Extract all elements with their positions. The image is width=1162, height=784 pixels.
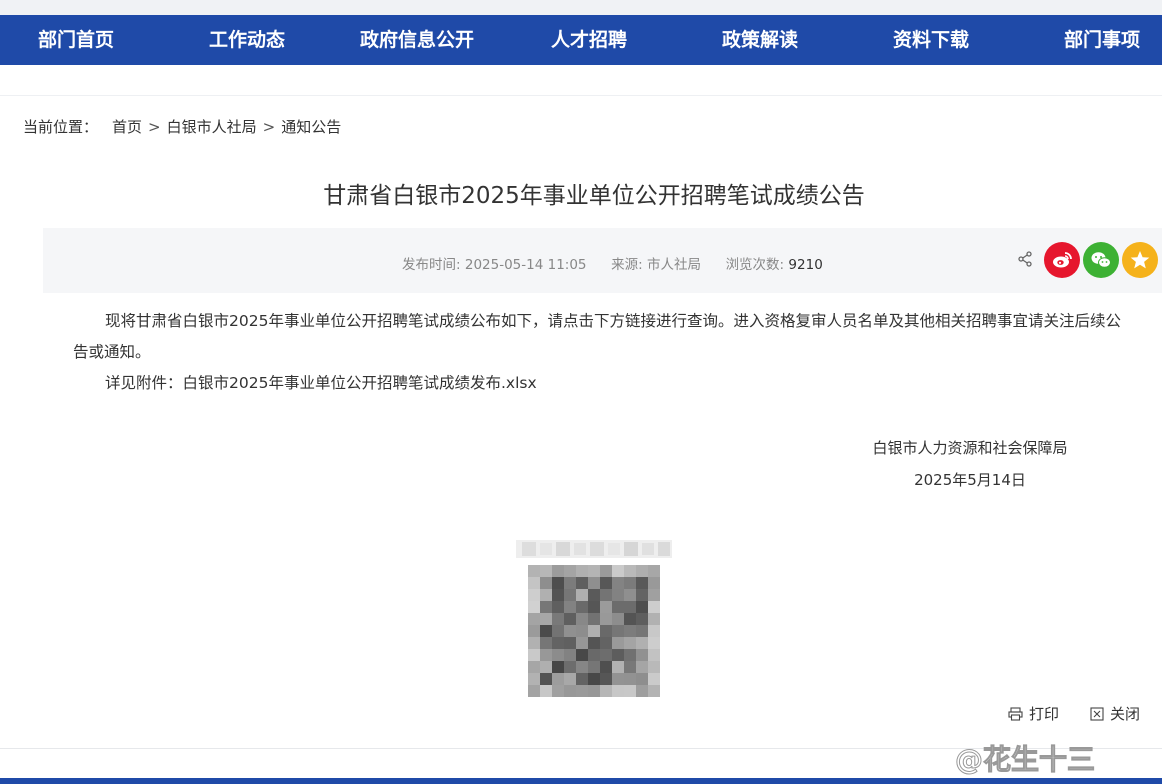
source: 市人社局 — [646, 257, 701, 273]
nav-item-downloads[interactable]: 资料下载 — [893, 15, 969, 65]
nav-item-dept-affairs[interactable]: 部门事项 — [1064, 15, 1140, 65]
nav-item-home[interactable]: 部门首页 — [38, 15, 114, 65]
footer-bar — [0, 778, 1162, 784]
nav-item-policy[interactable]: 政策解读 — [722, 15, 798, 65]
star-icon[interactable] — [1122, 242, 1158, 278]
page-title: 甘肃省白银市2025年事业单位公开招聘笔试成绩公告 — [323, 183, 865, 209]
close-icon — [1090, 706, 1104, 721]
breadcrumb-label: 当前位置： — [23, 118, 99, 136]
breadcrumb-bureau[interactable]: 白银市人社局 — [167, 116, 257, 137]
article-paragraph: 现将甘肃省白银市2025年事业单位公开招聘笔试成绩公布如下，请点击下方链接进行查… — [73, 312, 1121, 361]
article-meta-bar: 发布时间: 2025-05-14 11:05 来源: 市人社局 浏览次数: 92… — [43, 228, 1162, 293]
weibo-icon[interactable] — [1044, 242, 1080, 278]
header-divider — [0, 95, 1162, 96]
views-label: 浏览次数: — [725, 257, 785, 273]
qr-caption-blurred — [516, 540, 672, 558]
wechat-icon[interactable] — [1083, 242, 1119, 278]
attachment-link[interactable]: 白银市2025年事业单位公开招聘笔试成绩发布.xlsx — [183, 374, 537, 392]
main-nav: 部门首页 工作动态 政府信息公开 人才招聘 政策解读 资料下载 部门事项 — [0, 15, 1162, 65]
nav-item-gov-info[interactable]: 政府信息公开 — [360, 15, 474, 65]
publish-time: 2025-05-14 11:05 — [464, 257, 587, 273]
breadcrumb-notices[interactable]: 通知公告 — [281, 116, 341, 137]
publish-time-label: 发布时间: — [402, 257, 461, 273]
breadcrumb-home[interactable]: 首页 — [112, 116, 142, 137]
views-count: 9210 — [788, 257, 823, 273]
article-body: 现将甘肃省白银市2025年事业单位公开招聘笔试成绩公布如下，请点击下方链接进行查… — [73, 306, 1123, 399]
signature-org: 白银市人力资源和社会保障局 — [872, 439, 1068, 457]
print-icon — [1008, 706, 1023, 721]
close-label: 关闭 — [1110, 705, 1141, 723]
close-button[interactable]: 关闭 — [1090, 703, 1140, 724]
source-label: 来源: — [611, 257, 643, 273]
nav-item-work-news[interactable]: 工作动态 — [209, 15, 285, 65]
watermark-text: @花生十三 — [954, 743, 1096, 777]
attachment-label: 详见附件： — [105, 374, 183, 392]
breadcrumb: 当前位置： 首页 > 白银市人社局 > 通知公告 — [23, 116, 341, 137]
attachment-line: 详见附件：白银市2025年事业单位公开招聘笔试成绩发布.xlsx — [73, 368, 1123, 399]
breadcrumb-separator: > — [148, 117, 161, 136]
nav-item-recruitment[interactable]: 人才招聘 — [551, 15, 627, 65]
top-strip — [0, 0, 1162, 15]
article-meta: 发布时间: 2025-05-14 11:05 来源: 市人社局 浏览次数: 92… — [402, 253, 823, 273]
print-label: 打印 — [1029, 705, 1060, 723]
qr-code-image — [528, 565, 660, 697]
print-button[interactable]: 打印 — [1008, 703, 1059, 724]
signature-date: 2025年5月14日 — [914, 471, 1026, 489]
breadcrumb-separator: > — [262, 117, 276, 136]
share-icon[interactable] — [1016, 250, 1034, 268]
